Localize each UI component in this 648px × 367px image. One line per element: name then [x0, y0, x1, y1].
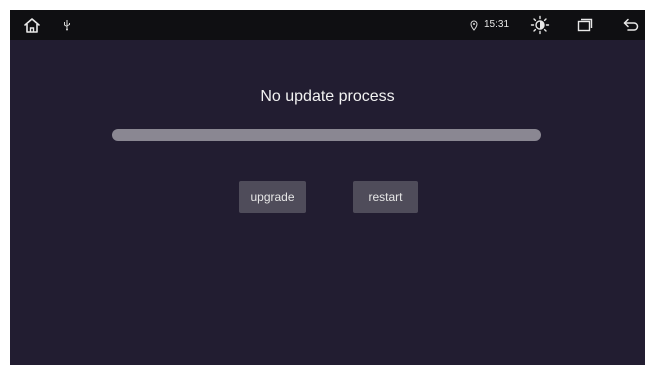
back-icon[interactable] [620, 10, 642, 40]
status-bar: 15:31 [10, 10, 645, 40]
usb-icon [61, 10, 73, 40]
page-title: No update process [260, 88, 395, 105]
home-icon[interactable] [21, 10, 43, 40]
recents-icon[interactable] [574, 10, 596, 40]
update-screen: 15:31 No update process upgrade restart [10, 10, 645, 365]
upgrade-button[interactable]: upgrade [239, 181, 306, 213]
brightness-icon[interactable] [529, 10, 551, 40]
location-icon [468, 10, 480, 40]
update-progress-bar [112, 129, 541, 141]
clock: 15:31 [484, 19, 510, 30]
restart-button[interactable]: restart [353, 181, 418, 213]
